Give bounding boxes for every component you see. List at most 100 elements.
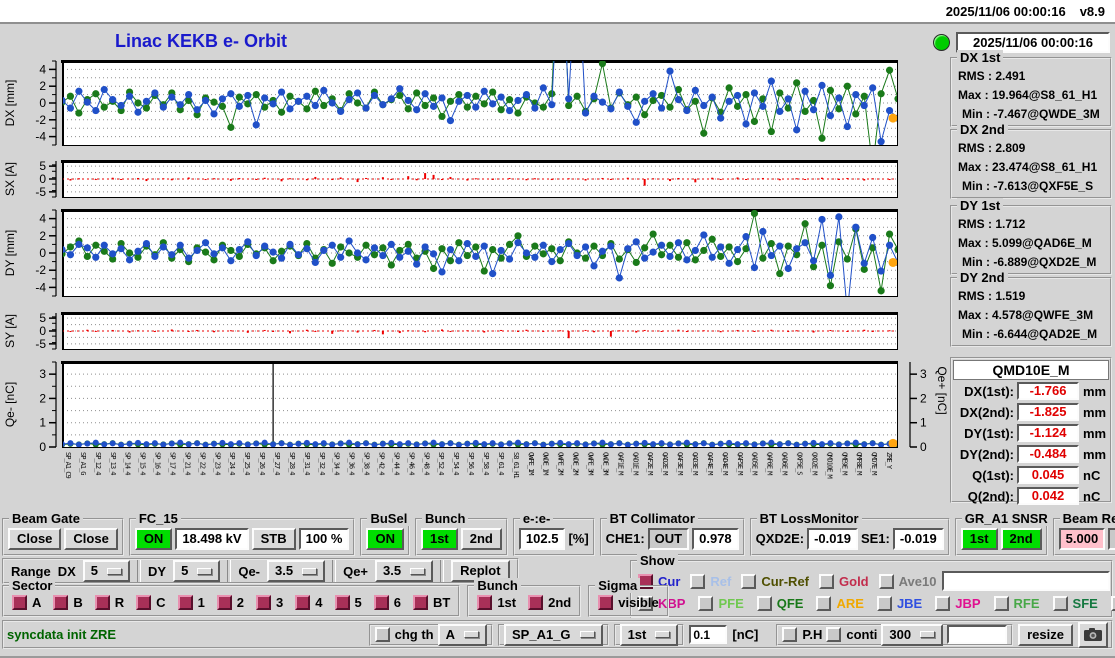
range-qep-label: Qe+ (343, 563, 369, 579)
range-dx-select[interactable]: 5 (82, 560, 131, 582)
chg-th-checkbox[interactable]: chg th (374, 627, 434, 642)
bpm-monitor-name[interactable]: QMD10E_M (953, 360, 1109, 380)
show-checkbox-zre[interactable]: ZRE (1110, 595, 1115, 611)
x-axis-label: SP_44_4 (392, 452, 401, 475)
range-qep-value: 3.5 (383, 563, 402, 578)
svg-text:2: 2 (920, 391, 927, 405)
sector-checkbox-2[interactable]: 2 (216, 594, 244, 610)
sigma-checkbox-visible[interactable]: visible (598, 594, 659, 610)
chg-th-value: A (445, 626, 456, 642)
che1-state-field[interactable]: OUT (647, 527, 690, 550)
monitor-row-unit: mm (1083, 404, 1107, 420)
x-axis-label: SP_16_4 (153, 452, 162, 475)
show-checkbox-jbp[interactable]: JBP (935, 595, 981, 611)
sector-items: A B R C 1 2 3 4 5 6 BT (12, 594, 450, 610)
checkbox-icon (878, 573, 894, 589)
range-dy-select[interactable]: 5 (173, 560, 221, 582)
checkbox-icon (295, 594, 311, 610)
bunch-select[interactable]: 1st (619, 623, 679, 646)
x-axis-label: SP_38_4 (362, 452, 371, 475)
dy-2nd-label: DY 2nd (957, 270, 1008, 285)
checkbox-icon (598, 594, 614, 610)
x-axis-label: SP_54_4 (452, 452, 461, 475)
sector-checkbox-c[interactable]: C (136, 594, 166, 610)
titlebar-datetime: 2025/11/06 00:00:16 (945, 3, 1066, 19)
interval-select[interactable]: 300 (881, 623, 944, 646)
sector-group: Sector A B R C 1 2 3 4 5 6 BT (2, 578, 461, 617)
dx-1st-max: Max : 19.964@S8_61_H1 (958, 88, 1098, 102)
sector-checkbox-5[interactable]: 5 (334, 594, 362, 610)
sector-checkbox-3[interactable]: 3 (256, 594, 283, 610)
beam-gate-close2-button[interactable]: Close (64, 527, 118, 550)
bunch-top-label: Bunch (421, 511, 469, 526)
sector-checkbox-b[interactable]: B (53, 594, 83, 610)
chg-th-select[interactable]: A (437, 623, 488, 646)
svg-text:2: 2 (39, 391, 46, 405)
sector-checkbox-text: 1 (197, 594, 205, 610)
gr-snsr-2nd-button[interactable]: 2nd (1000, 527, 1042, 550)
ph-checkbox[interactable]: P.H (782, 627, 822, 642)
dy-2nd-rms: RMS : 1.519 (958, 289, 1026, 303)
show-checkbox-ave10[interactable]: Ave10 (878, 573, 936, 589)
show-checkbox-ref[interactable]: Ref (690, 573, 731, 589)
x-axis-label: SP_A1_G (78, 452, 87, 475)
show-checkbox-gold[interactable]: Gold (819, 573, 869, 589)
sigma-checkbox-text: visible (618, 594, 659, 610)
resize-button[interactable]: resize (1018, 623, 1073, 646)
show-checkbox-rfe[interactable]: RFE (993, 595, 1040, 611)
dx-1st-stats: DX 1st RMS : 2.491 Max : 19.964@S8_61_H1… (950, 50, 1112, 127)
bt-collimator-label: BT Collimator (606, 511, 698, 526)
fc15-stb-button[interactable]: STB (251, 527, 296, 550)
dy-1st-stats: DY 1st RMS : 1.712 Max : 5.099@QAD6E_M M… (950, 198, 1112, 275)
extra-input[interactable] (947, 625, 1008, 644)
conti-checkbox[interactable]: conti (826, 627, 877, 642)
range-qem-select[interactable]: 3.5 (267, 560, 326, 582)
show-checkbox-qfe[interactable]: QFE (756, 595, 803, 611)
sector-checkbox-4[interactable]: 4 (295, 594, 323, 610)
show-checkbox-jbe[interactable]: JBE (876, 595, 922, 611)
dropdown-handle-icon (655, 631, 671, 638)
checkbox-icon (819, 573, 835, 589)
svg-text:0: 0 (39, 440, 46, 454)
beam-gate-close1-button[interactable]: Close (8, 527, 62, 550)
x-axis-label: SP_25_4 (243, 452, 252, 475)
show-checkbox-cur-ref[interactable]: Cur-Ref (741, 573, 809, 589)
ref-name-input[interactable] (942, 571, 1111, 591)
bunch-1st-button[interactable]: 1st (420, 527, 458, 550)
show-checkbox-sfe[interactable]: SFE (1052, 595, 1098, 611)
monitor-row-value: -1.124 (1017, 424, 1079, 442)
x-axis-label: SP_34_4 (332, 452, 341, 475)
busel-on-button[interactable]: ON (366, 527, 404, 550)
checkbox-icon (698, 595, 714, 611)
monitor-row-unit: mm (1083, 446, 1107, 462)
chart-dx: 4 2 0 -2 -4 DX [mm] (3, 60, 898, 146)
range-qep-select[interactable]: 3.5 (375, 560, 434, 582)
checkbox-icon (1110, 595, 1115, 611)
x-axis-label: SP_14_4 (123, 452, 132, 475)
sector-checkbox-6[interactable]: 6 (373, 594, 401, 610)
monitor-row: DY(2nd): -0.484 mm (952, 444, 1110, 464)
show-checkbox-pfe[interactable]: PFE (698, 595, 744, 611)
sector-checkbox-1[interactable]: 1 (177, 594, 205, 610)
bunch-checkbox-2nd[interactable]: 2nd (528, 594, 571, 610)
monitor-row: DX(2nd): -1.825 mm (952, 402, 1110, 422)
monitor-row-unit: nC (1083, 488, 1101, 504)
show-checkbox-are[interactable]: ARE (816, 595, 864, 611)
svg-text:DX [mm]: DX [mm] (3, 80, 17, 127)
sector-checkbox-a[interactable]: A (12, 594, 41, 610)
sector-checkbox-bt[interactable]: BT (412, 594, 450, 610)
svg-text:2: 2 (39, 79, 46, 93)
gr-snsr-1st-button[interactable]: 1st (960, 527, 998, 550)
screenshot-button[interactable] (1078, 621, 1108, 648)
bunch-checkbox-1st[interactable]: 1st (477, 594, 516, 610)
x-axis-label: SP_22_4 (198, 452, 207, 475)
dx-2nd-label: DX 2nd (957, 122, 1008, 137)
fc15-on-button[interactable]: ON (134, 527, 173, 550)
threshold-input[interactable] (689, 625, 728, 644)
dx-2nd-max: Max : 23.474@S8_61_H1 (958, 160, 1098, 174)
svg-text:0: 0 (39, 96, 46, 110)
sector-checkbox-r[interactable]: R (94, 594, 124, 610)
bunch-2nd-button[interactable]: 2nd (460, 527, 502, 550)
sp-select[interactable]: SP_A1_G (504, 623, 603, 646)
qxd2e-value-field: -0.019 (807, 527, 858, 550)
